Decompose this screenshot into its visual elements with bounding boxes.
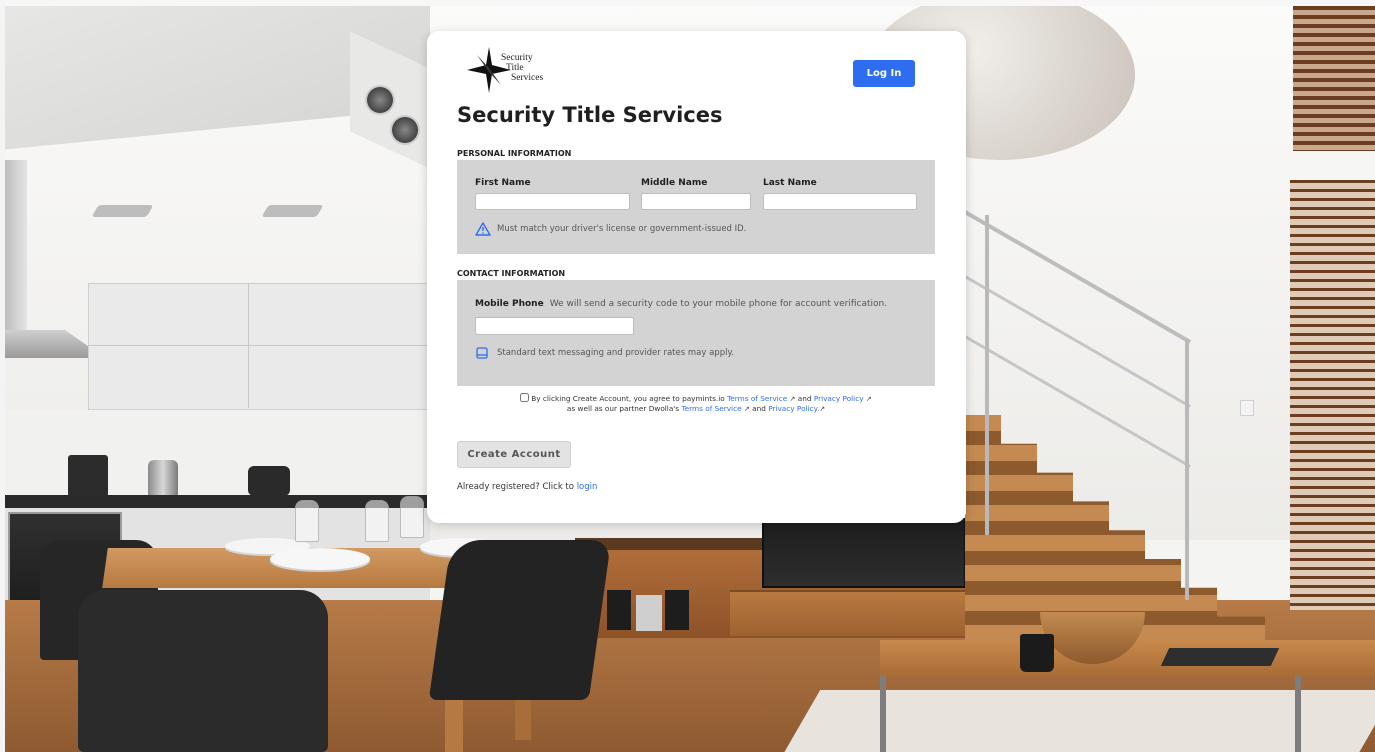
page-title: Security Title Services: [457, 103, 723, 127]
last-name-label: Last Name: [763, 178, 817, 188]
external-link-icon: ↗: [789, 395, 796, 403]
warning-triangle-icon: [475, 222, 491, 236]
mobile-phone-input[interactable]: [475, 317, 634, 335]
agree-and-2: and: [752, 404, 766, 413]
dwolla-privacy-link[interactable]: Privacy Policy.: [768, 404, 819, 413]
middle-name-label: Middle Name: [641, 178, 708, 188]
logo-line-1: Security: [501, 53, 533, 63]
terms-agreement: By clicking Create Account, you agree to…: [457, 393, 935, 414]
already-registered: Already registered? Click to login: [457, 482, 597, 492]
logo-line-3: Services: [511, 73, 544, 83]
middle-name-input[interactable]: [641, 193, 751, 210]
company-logo: Security Title Services: [467, 47, 547, 93]
paymints-privacy-link[interactable]: Privacy Policy: [814, 394, 864, 403]
create-account-button[interactable]: Create Account: [457, 441, 571, 468]
mobile-phone-hint: We will send a security code to your mob…: [549, 299, 888, 309]
paymints-terms-link[interactable]: Terms of Service: [727, 394, 787, 403]
login-button[interactable]: Log In: [853, 60, 915, 87]
contact-info-heading: CONTACT INFORMATION: [457, 269, 566, 278]
dwolla-terms-link[interactable]: Terms of Service: [681, 404, 741, 413]
terms-checkbox[interactable]: [520, 393, 530, 402]
personal-info-panel: First Name Middle Name Last Name Must ma…: [457, 160, 935, 254]
logo-line-2: Title: [506, 63, 524, 73]
first-name-input[interactable]: [475, 193, 630, 210]
mobile-phone-label-text: Mobile Phone: [475, 299, 544, 309]
already-registered-text: Already registered? Click to: [457, 482, 574, 492]
external-link-icon: ↗: [865, 395, 872, 403]
mobile-phone-label: Mobile Phone We will send a security code…: [475, 299, 887, 309]
login-link[interactable]: login: [577, 482, 598, 492]
agree-and-1: and: [797, 394, 812, 403]
agree-line-1-text: By clicking Create Account, you agree to…: [531, 394, 725, 403]
last-name-input[interactable]: [763, 193, 917, 210]
id-match-note: Must match your driver's license or gove…: [497, 224, 747, 234]
signup-card: Security Title Services Log In Security …: [427, 31, 966, 523]
device-icon: [476, 347, 488, 359]
contact-info-panel: Mobile Phone We will send a security code…: [457, 280, 935, 386]
personal-info-heading: PERSONAL INFORMATION: [457, 149, 572, 158]
agree-line-2-text: as well as our partner Dwolla's: [566, 404, 680, 413]
rates-note: Standard text messaging and provider rat…: [497, 348, 734, 358]
external-link-icon: ↗: [819, 405, 826, 413]
first-name-label: First Name: [475, 178, 531, 188]
external-link-icon: ↗: [743, 405, 750, 413]
